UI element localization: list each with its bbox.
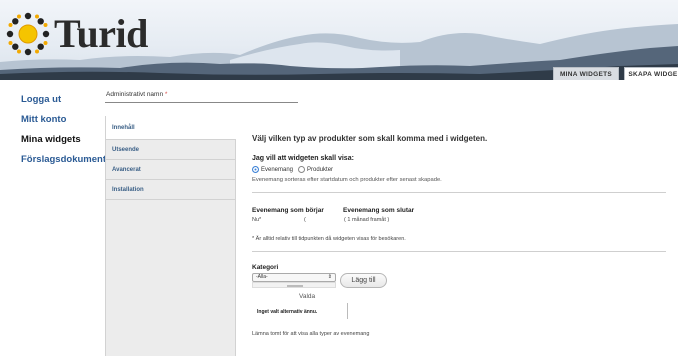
tab-appearance[interactable]: Utseende	[106, 140, 235, 160]
radio-products-label[interactable]: Produkter	[307, 167, 333, 173]
tab-create-widget[interactable]: SKAPA WIDGE	[624, 67, 678, 80]
category-select[interactable]: -Alla- ⇕	[252, 273, 336, 282]
nav-logout-link[interactable]: Logga ut	[21, 94, 106, 105]
events-end-select[interactable]: ( 1 månad framåt )	[344, 217, 389, 223]
required-mark: *	[164, 91, 168, 98]
category-scrollbar[interactable]	[252, 282, 336, 288]
relative-time-note: * Är alltid relativ till tidpunkten då w…	[252, 236, 406, 242]
admin-name-input[interactable]	[105, 99, 298, 103]
turid-logo[interactable]: Turid	[6, 10, 148, 58]
tab-my-widgets[interactable]: MINA WIDGETS	[553, 67, 619, 80]
category-help-text: Lämna tomt för att visa alla typer av ev…	[252, 331, 370, 337]
show-question-label: Jag vill att widgeten skall visa:	[252, 155, 354, 162]
admin-name-label: Administrativt namn *	[106, 91, 167, 98]
left-navigation: Logga ut Mitt konto Mina widgets Förslag…	[21, 94, 106, 174]
sun-logo-icon	[6, 12, 50, 56]
divider	[252, 251, 666, 252]
tab-installation[interactable]: Installation	[106, 180, 235, 200]
nav-my-widgets-link[interactable]: Mina widgets	[21, 134, 106, 145]
nav-proposal-documents-link[interactable]: Förslagsdokument	[21, 154, 106, 165]
site-header: Turid MINA WIDGETS SKAPA WIDGE	[0, 0, 678, 80]
divider	[252, 192, 666, 193]
events-end-label: Evenemang som slutar	[343, 207, 415, 214]
nav-my-account-link[interactable]: Mitt konto	[21, 114, 106, 125]
add-category-button[interactable]: Lägg till	[340, 273, 387, 288]
admin-name-label-text: Administrativt namn	[106, 91, 164, 98]
events-start-label: Evenemang som börjar	[252, 207, 324, 214]
selected-empty-text: Inget valt alternativ ännu.	[257, 309, 318, 315]
radio-products[interactable]	[298, 166, 306, 173]
category-select-value: -Alla-	[256, 274, 268, 280]
updown-arrow-icon: ⇕	[327, 274, 332, 280]
events-start-select[interactable]: Nu*	[252, 217, 261, 223]
radio-events-label[interactable]: Evenemang	[261, 167, 293, 173]
selected-label: Valda	[299, 293, 316, 300]
category-label: Kategori	[252, 264, 279, 271]
scroll-thumb[interactable]	[287, 285, 303, 287]
events-start-select-extra[interactable]: (	[304, 217, 306, 223]
radio-events[interactable]	[252, 166, 259, 173]
tab-content[interactable]: Innehåll	[106, 116, 236, 140]
product-type-radio-group: Evenemang Produkter	[252, 166, 338, 173]
sort-help-text: Evenemang sorteras efter startdatum och …	[252, 177, 442, 183]
section-heading: Välj vilken typ av produkter som skall k…	[252, 134, 488, 143]
tab-advanced[interactable]: Avancerat	[106, 160, 235, 180]
settings-sidebar: Innehåll Utseende Avancerat Installation	[105, 116, 236, 356]
logo-text: Turid	[54, 11, 148, 56]
